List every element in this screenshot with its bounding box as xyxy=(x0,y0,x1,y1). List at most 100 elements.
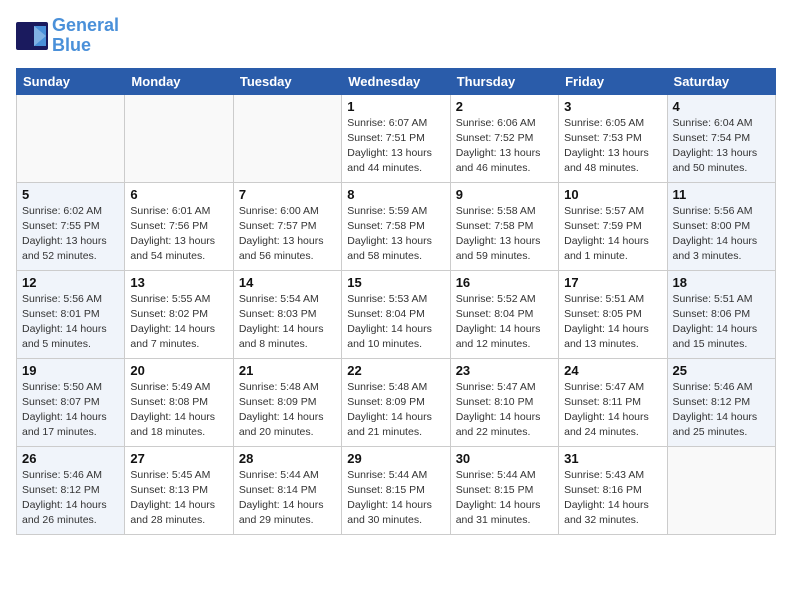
day-info: Sunrise: 5:44 AM Sunset: 8:15 PM Dayligh… xyxy=(347,468,444,529)
day-number: 5 xyxy=(22,187,119,202)
day-info: Sunrise: 5:48 AM Sunset: 8:09 PM Dayligh… xyxy=(347,380,444,441)
calendar-cell: 6 Sunrise: 6:01 AM Sunset: 7:56 PM Daylig… xyxy=(125,182,233,270)
day-header-thursday: Thursday xyxy=(450,68,558,94)
day-info: Sunrise: 5:56 AM Sunset: 8:01 PM Dayligh… xyxy=(22,292,119,353)
day-header-tuesday: Tuesday xyxy=(233,68,341,94)
day-info: Sunrise: 5:43 AM Sunset: 8:16 PM Dayligh… xyxy=(564,468,661,529)
calendar-cell: 26Sunrise: 5:46 AM Sunset: 8:12 PM Dayli… xyxy=(17,446,125,534)
day-number: 19 xyxy=(22,363,119,378)
day-number: 30 xyxy=(456,451,553,466)
calendar-cell: 23 Sunrise: 5:47 AM Sunset: 8:10 PM Dayli… xyxy=(450,358,558,446)
calendar-cell: 16 Sunrise: 5:52 AM Sunset: 8:04 PM Dayli… xyxy=(450,270,558,358)
day-info: Sunrise: 6:02 AM Sunset: 7:55 PM Dayligh… xyxy=(22,204,119,265)
day-info: Sunrise: 5:58 AM Sunset: 7:58 PM Dayligh… xyxy=(456,204,553,265)
day-info: Sunrise: 5:52 AM Sunset: 8:04 PM Dayligh… xyxy=(456,292,553,353)
day-header-sunday: Sunday xyxy=(17,68,125,94)
calendar-week-5: 26Sunrise: 5:46 AM Sunset: 8:12 PM Dayli… xyxy=(17,446,776,534)
calendar-cell: 8 Sunrise: 5:59 AM Sunset: 7:58 PM Daylig… xyxy=(342,182,450,270)
calendar-cell xyxy=(17,94,125,182)
logo-icon xyxy=(16,22,48,50)
calendar-cell: 22 Sunrise: 5:48 AM Sunset: 8:09 PM Dayli… xyxy=(342,358,450,446)
day-info: Sunrise: 5:56 AM Sunset: 8:00 PM Dayligh… xyxy=(673,204,770,265)
calendar-cell: 12 Sunrise: 5:56 AM Sunset: 8:01 PM Dayli… xyxy=(17,270,125,358)
day-number: 23 xyxy=(456,363,553,378)
day-number: 24 xyxy=(564,363,661,378)
calendar-body: 1 Sunrise: 6:07 AM Sunset: 7:51 PM Daylig… xyxy=(17,94,776,534)
day-number: 15 xyxy=(347,275,444,290)
day-header-friday: Friday xyxy=(559,68,667,94)
day-number: 13 xyxy=(130,275,227,290)
page-header: GeneralBlue xyxy=(16,16,776,56)
day-number: 26 xyxy=(22,451,119,466)
day-number: 16 xyxy=(456,275,553,290)
day-number: 2 xyxy=(456,99,553,114)
day-number: 28 xyxy=(239,451,336,466)
day-info: Sunrise: 6:01 AM Sunset: 7:56 PM Dayligh… xyxy=(130,204,227,265)
calendar-header-row: SundayMondayTuesdayWednesdayThursdayFrid… xyxy=(17,68,776,94)
calendar-cell: 7 Sunrise: 6:00 AM Sunset: 7:57 PM Daylig… xyxy=(233,182,341,270)
calendar-week-3: 12 Sunrise: 5:56 AM Sunset: 8:01 PM Dayli… xyxy=(17,270,776,358)
calendar-cell: 4Sunrise: 6:04 AM Sunset: 7:54 PM Daylig… xyxy=(667,94,775,182)
calendar-cell: 10Sunrise: 5:57 AM Sunset: 7:59 PM Dayli… xyxy=(559,182,667,270)
day-info: Sunrise: 5:47 AM Sunset: 8:11 PM Dayligh… xyxy=(564,380,661,441)
calendar-cell: 3 Sunrise: 6:05 AM Sunset: 7:53 PM Daylig… xyxy=(559,94,667,182)
day-info: Sunrise: 6:07 AM Sunset: 7:51 PM Dayligh… xyxy=(347,116,444,177)
day-number: 27 xyxy=(130,451,227,466)
day-info: Sunrise: 6:00 AM Sunset: 7:57 PM Dayligh… xyxy=(239,204,336,265)
calendar-cell: 30 Sunrise: 5:44 AM Sunset: 8:15 PM Dayli… xyxy=(450,446,558,534)
day-number: 10 xyxy=(564,187,661,202)
calendar-cell xyxy=(667,446,775,534)
calendar-cell: 31 Sunrise: 5:43 AM Sunset: 8:16 PM Dayli… xyxy=(559,446,667,534)
day-info: Sunrise: 6:05 AM Sunset: 7:53 PM Dayligh… xyxy=(564,116,661,177)
logo-text: GeneralBlue xyxy=(52,16,119,56)
day-header-saturday: Saturday xyxy=(667,68,775,94)
day-number: 12 xyxy=(22,275,119,290)
day-info: Sunrise: 5:45 AM Sunset: 8:13 PM Dayligh… xyxy=(130,468,227,529)
day-number: 18 xyxy=(673,275,770,290)
day-number: 21 xyxy=(239,363,336,378)
day-info: Sunrise: 5:55 AM Sunset: 8:02 PM Dayligh… xyxy=(130,292,227,353)
day-number: 3 xyxy=(564,99,661,114)
calendar-week-1: 1 Sunrise: 6:07 AM Sunset: 7:51 PM Daylig… xyxy=(17,94,776,182)
calendar-cell: 21 Sunrise: 5:48 AM Sunset: 8:09 PM Dayli… xyxy=(233,358,341,446)
day-info: Sunrise: 5:44 AM Sunset: 8:15 PM Dayligh… xyxy=(456,468,553,529)
day-number: 22 xyxy=(347,363,444,378)
day-number: 1 xyxy=(347,99,444,114)
day-number: 29 xyxy=(347,451,444,466)
day-info: Sunrise: 5:48 AM Sunset: 8:09 PM Dayligh… xyxy=(239,380,336,441)
day-number: 20 xyxy=(130,363,227,378)
day-number: 4 xyxy=(673,99,770,114)
day-info: Sunrise: 5:54 AM Sunset: 8:03 PM Dayligh… xyxy=(239,292,336,353)
day-info: Sunrise: 5:51 AM Sunset: 8:05 PM Dayligh… xyxy=(564,292,661,353)
calendar-cell: 2 Sunrise: 6:06 AM Sunset: 7:52 PM Daylig… xyxy=(450,94,558,182)
day-number: 7 xyxy=(239,187,336,202)
day-number: 14 xyxy=(239,275,336,290)
day-info: Sunrise: 5:44 AM Sunset: 8:14 PM Dayligh… xyxy=(239,468,336,529)
day-header-monday: Monday xyxy=(125,68,233,94)
calendar-cell: 15Sunrise: 5:53 AM Sunset: 8:04 PM Dayli… xyxy=(342,270,450,358)
day-number: 31 xyxy=(564,451,661,466)
calendar-cell: 9 Sunrise: 5:58 AM Sunset: 7:58 PM Daylig… xyxy=(450,182,558,270)
calendar-cell xyxy=(125,94,233,182)
day-info: Sunrise: 5:59 AM Sunset: 7:58 PM Dayligh… xyxy=(347,204,444,265)
day-info: Sunrise: 5:47 AM Sunset: 8:10 PM Dayligh… xyxy=(456,380,553,441)
calendar-cell: 20Sunrise: 5:49 AM Sunset: 8:08 PM Dayli… xyxy=(125,358,233,446)
day-number: 11 xyxy=(673,187,770,202)
day-info: Sunrise: 5:50 AM Sunset: 8:07 PM Dayligh… xyxy=(22,380,119,441)
calendar-cell: 5 Sunrise: 6:02 AM Sunset: 7:55 PM Daylig… xyxy=(17,182,125,270)
calendar-week-4: 19 Sunrise: 5:50 AM Sunset: 8:07 PM Dayli… xyxy=(17,358,776,446)
day-number: 6 xyxy=(130,187,227,202)
calendar-cell: 11 Sunrise: 5:56 AM Sunset: 8:00 PM Dayli… xyxy=(667,182,775,270)
calendar-cell: 13 Sunrise: 5:55 AM Sunset: 8:02 PM Dayli… xyxy=(125,270,233,358)
day-number: 17 xyxy=(564,275,661,290)
day-info: Sunrise: 6:06 AM Sunset: 7:52 PM Dayligh… xyxy=(456,116,553,177)
day-info: Sunrise: 5:51 AM Sunset: 8:06 PM Dayligh… xyxy=(673,292,770,353)
calendar-cell: 18 Sunrise: 5:51 AM Sunset: 8:06 PM Dayli… xyxy=(667,270,775,358)
calendar-cell: 24 Sunrise: 5:47 AM Sunset: 8:11 PM Dayli… xyxy=(559,358,667,446)
day-info: Sunrise: 5:46 AM Sunset: 8:12 PM Dayligh… xyxy=(673,380,770,441)
day-number: 9 xyxy=(456,187,553,202)
day-number: 25 xyxy=(673,363,770,378)
calendar-cell: 28 Sunrise: 5:44 AM Sunset: 8:14 PM Dayli… xyxy=(233,446,341,534)
day-number: 8 xyxy=(347,187,444,202)
calendar-cell: 1 Sunrise: 6:07 AM Sunset: 7:51 PM Daylig… xyxy=(342,94,450,182)
